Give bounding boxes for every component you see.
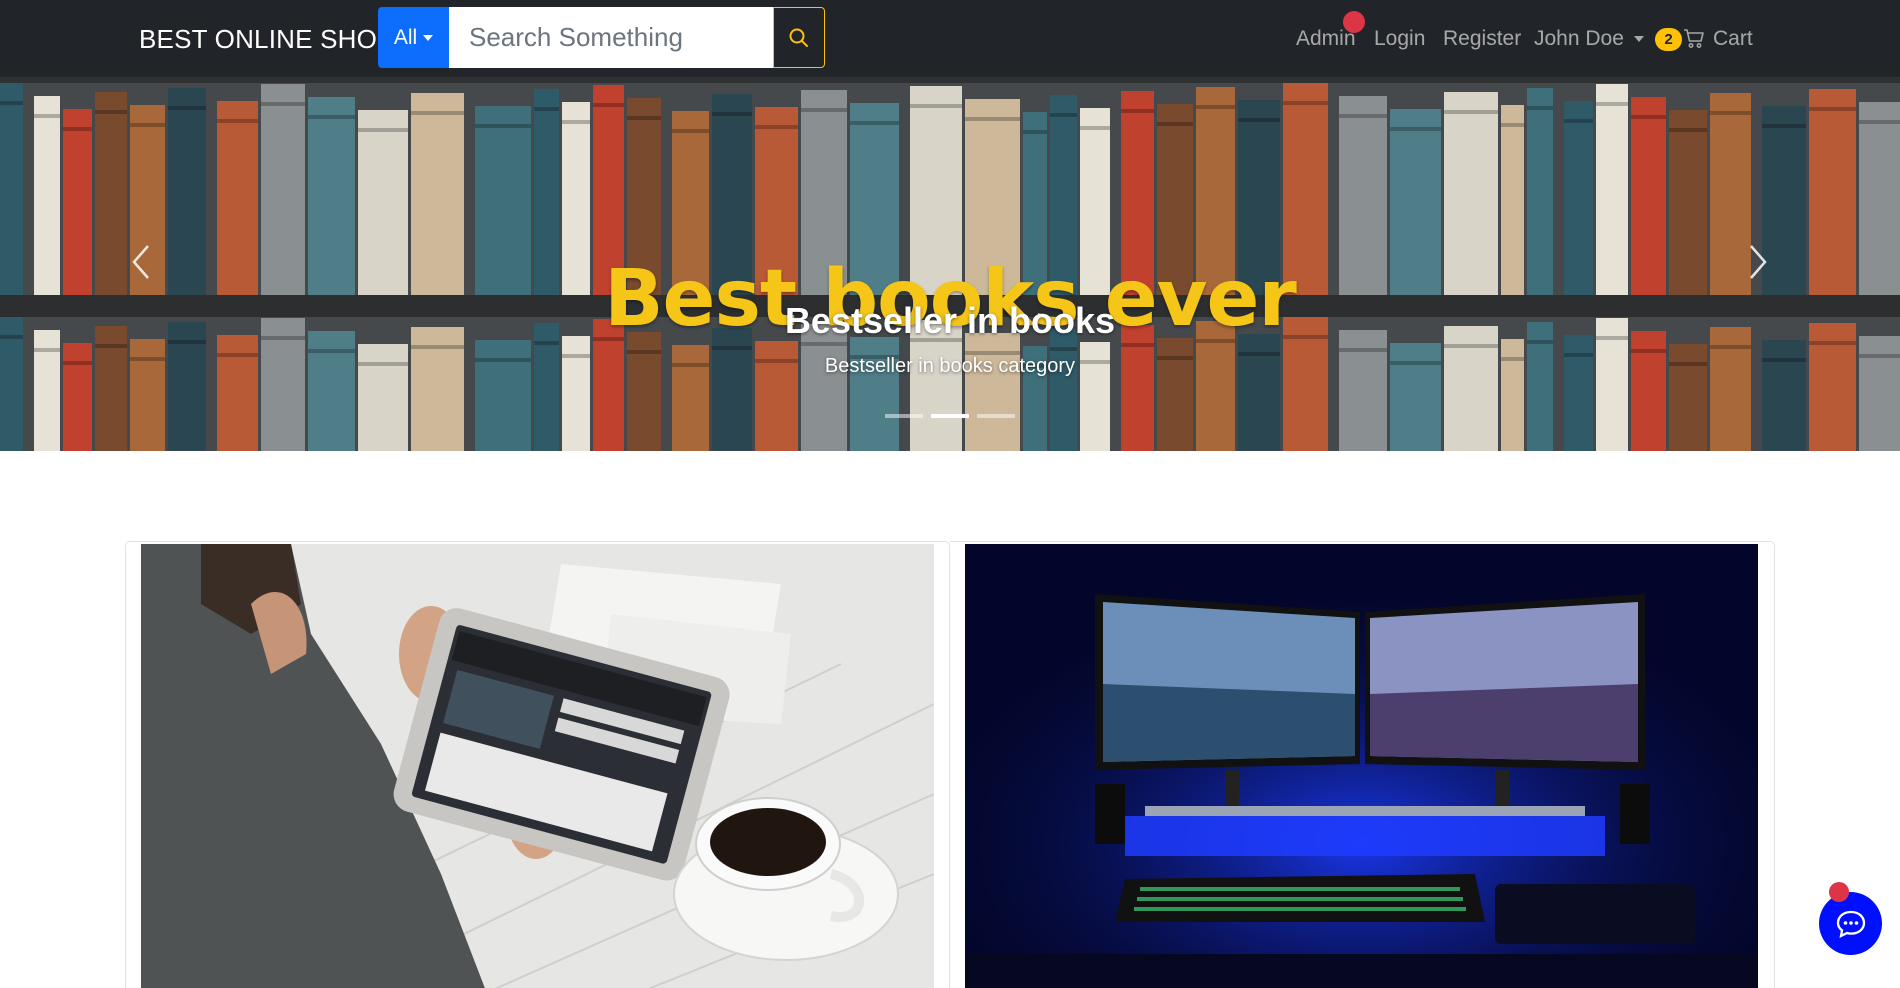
book-spine-band <box>534 107 559 111</box>
nav-cart-link[interactable]: Cart <box>1713 27 1753 51</box>
search-icon <box>789 28 808 47</box>
admin-notification-dot <box>1343 11 1365 33</box>
book-spine-band <box>358 128 408 132</box>
book-spine-band <box>130 123 165 127</box>
nav-login-link[interactable]: Login <box>1374 27 1425 51</box>
book-spine-band <box>672 129 709 133</box>
book-spine-band <box>712 112 752 116</box>
book-spine-band <box>1157 122 1193 126</box>
book-spine <box>1564 335 1593 451</box>
hero-carousel: Best books ever Bestseller in books Best… <box>0 77 1900 451</box>
book-spine <box>217 335 258 451</box>
book-spine-band <box>168 106 206 110</box>
category-cards <box>125 541 1775 988</box>
book-spine-band <box>1859 120 1900 124</box>
book-spine-band <box>1762 124 1806 128</box>
category-card[interactable] <box>950 541 1775 988</box>
category-card[interactable] <box>125 541 950 988</box>
search-category-dropdown[interactable]: All <box>378 7 449 68</box>
hero-slide-title: Bestseller in books <box>784 300 1116 341</box>
book-spine-band <box>1501 123 1524 127</box>
hero-slide-caption: Bestseller in books category <box>824 355 1076 377</box>
search-category-label: All <box>393 25 418 49</box>
book-spine-band <box>308 349 355 353</box>
book-spine-band <box>755 125 798 129</box>
book-spine-band <box>63 127 92 131</box>
caret-down-icon <box>423 34 434 41</box>
book-spine-band <box>1596 102 1628 106</box>
chat-bubble-icon <box>1836 910 1865 938</box>
book-spine-band <box>712 346 752 350</box>
book-spine <box>965 333 1020 451</box>
book-spine <box>562 336 590 451</box>
user-name: John Doe <box>1534 27 1624 50</box>
book-spine <box>627 332 661 451</box>
book-spine-band <box>1669 128 1707 132</box>
chat-notification-dot <box>1829 882 1849 902</box>
cart-icon <box>1684 29 1704 48</box>
search-group: All <box>378 7 825 68</box>
book-spine-band <box>1809 107 1856 111</box>
book-spine-band <box>1631 349 1666 353</box>
book-spine-band <box>1339 114 1387 118</box>
top-navbar: BEST ONLINE SHOP All Admin Login Registe… <box>0 0 1900 77</box>
book-spine-band <box>34 114 60 118</box>
book-spine-band <box>0 101 23 105</box>
book-spine-band <box>217 119 258 123</box>
book-spine-band <box>850 121 899 125</box>
carousel-indicator-2[interactable] <box>931 414 969 418</box>
dual-monitor-desk-image <box>965 544 1758 988</box>
book-spine-band <box>1710 111 1751 115</box>
book-spine-band <box>1710 345 1751 349</box>
book-spine-band <box>411 345 464 349</box>
book-spine-band <box>475 124 531 128</box>
book-spine-band <box>1339 348 1387 352</box>
book-spine-band <box>627 116 661 120</box>
caret-down-icon <box>1633 36 1644 43</box>
book-spine-band <box>1023 130 1047 134</box>
book-spine-band <box>1283 101 1328 105</box>
book-spine-band <box>95 344 127 348</box>
book-spine-band <box>1238 118 1280 122</box>
book-spine-band <box>627 350 661 354</box>
book-spine-band <box>1121 109 1154 113</box>
book-spine-band <box>1050 347 1077 351</box>
book-spine-band <box>1080 126 1110 130</box>
book-spine-band <box>562 120 590 124</box>
book-spine-band <box>1444 110 1498 114</box>
book-spine <box>1859 336 1900 451</box>
brand-logo-link[interactable]: BEST ONLINE SHOP <box>139 24 395 55</box>
book-spine-band <box>1631 115 1666 119</box>
book-spine-band <box>34 348 60 352</box>
book-spine-band <box>1390 127 1441 131</box>
cart-count-badge: 2 <box>1655 28 1682 51</box>
book-spine-band <box>95 110 127 114</box>
book-spine-band <box>1444 344 1498 348</box>
carousel-indicator-1[interactable] <box>885 414 923 418</box>
search-input[interactable] <box>449 7 773 68</box>
book-spine-band <box>1564 119 1593 123</box>
book-spine-band <box>1050 113 1077 117</box>
book-spine-band <box>910 104 962 108</box>
carousel-indicator-3[interactable] <box>977 414 1015 418</box>
book-spine-band <box>965 117 1020 121</box>
book-spine <box>1238 334 1280 451</box>
nav-register-link[interactable]: Register <box>1443 27 1521 51</box>
tablet-coffee-image <box>141 544 934 988</box>
search-button[interactable] <box>773 7 825 68</box>
nav-user-dropdown[interactable]: John Doe <box>1534 27 1644 51</box>
chat-widget-button[interactable] <box>1819 892 1882 955</box>
book-spine-band <box>411 111 464 115</box>
book-spine-band <box>261 102 305 106</box>
book-spine-band <box>308 115 355 119</box>
carousel-indicators <box>885 414 1015 418</box>
book-spine-band <box>1527 106 1553 110</box>
book-spine-band <box>801 108 847 112</box>
book-spine-band <box>593 103 624 107</box>
book-spine-band <box>1196 105 1235 109</box>
